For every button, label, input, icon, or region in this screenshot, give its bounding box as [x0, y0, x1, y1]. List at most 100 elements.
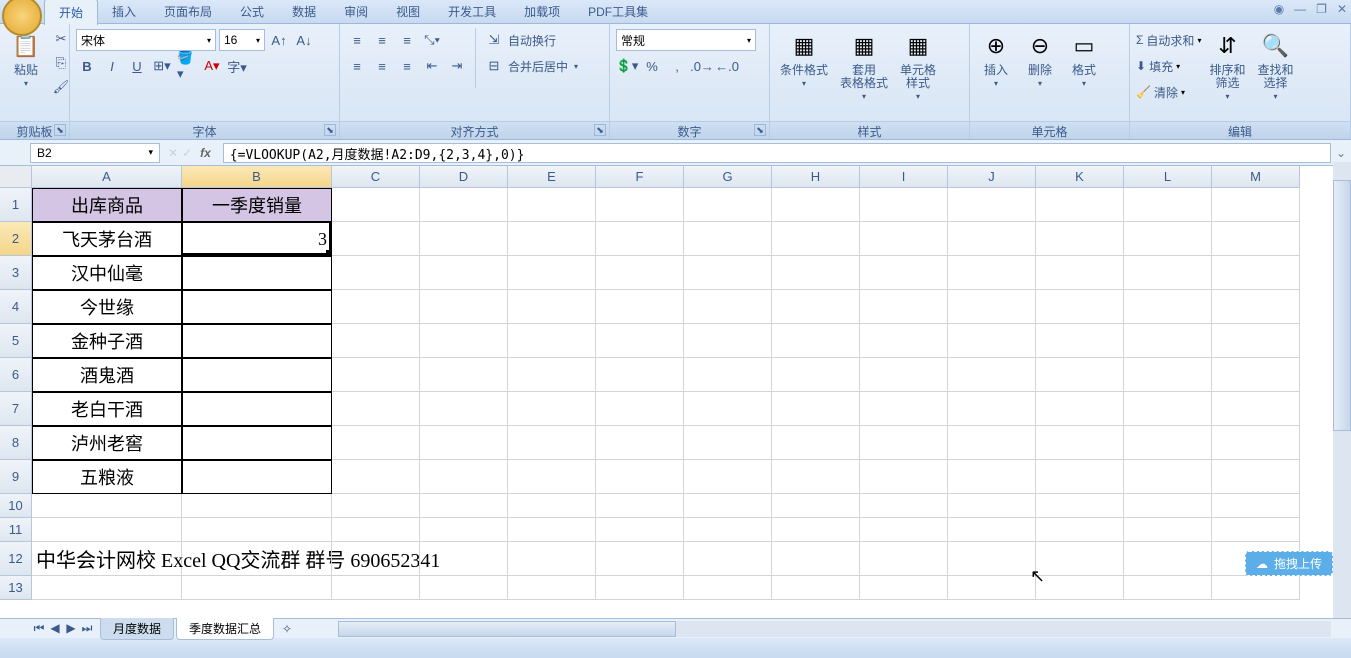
cell[interactable] [684, 290, 772, 324]
new-sheet-button[interactable]: ✧ [276, 622, 298, 636]
row-header[interactable]: 8 [0, 426, 32, 460]
cell[interactable]: 一季度销量 [182, 188, 332, 222]
cell[interactable] [508, 188, 596, 222]
align-middle-button[interactable]: ≡ [371, 29, 393, 51]
cell[interactable] [182, 494, 332, 518]
cell[interactable] [508, 256, 596, 290]
cell[interactable] [772, 518, 860, 542]
row-header[interactable]: 10 [0, 494, 32, 518]
cell[interactable] [772, 542, 860, 576]
row-header[interactable]: 3 [0, 256, 32, 290]
bold-button[interactable]: B [76, 55, 98, 77]
cell[interactable] [508, 392, 596, 426]
column-header[interactable]: I [860, 166, 948, 188]
expand-formula-bar[interactable]: ⌄ [1331, 146, 1351, 160]
cell[interactable] [332, 494, 420, 518]
merge-button[interactable]: ⊟ [483, 55, 505, 77]
row-header[interactable]: 2 [0, 222, 32, 256]
cell[interactable] [182, 392, 332, 426]
cell[interactable]: 泸州老窖 [32, 426, 182, 460]
cell[interactable] [508, 542, 596, 576]
cell[interactable] [596, 518, 684, 542]
cell[interactable] [684, 222, 772, 256]
cell[interactable] [182, 324, 332, 358]
cell[interactable] [596, 222, 684, 256]
cell[interactable] [508, 426, 596, 460]
cell[interactable] [1212, 324, 1300, 358]
cell[interactable] [332, 290, 420, 324]
restore-icon[interactable]: ❐ [1316, 2, 1327, 16]
indent-dec-button[interactable]: ⇤ [421, 55, 443, 77]
cell[interactable] [684, 256, 772, 290]
row-header[interactable]: 4 [0, 290, 32, 324]
column-header[interactable]: D [420, 166, 508, 188]
cell[interactable] [1036, 426, 1124, 460]
format-cells-button[interactable]: ▭格式▾ [1064, 28, 1104, 90]
cell[interactable] [332, 426, 420, 460]
cell[interactable] [1212, 460, 1300, 494]
cell[interactable]: 今世缘 [32, 290, 182, 324]
cell[interactable] [948, 188, 1036, 222]
cell[interactable] [420, 290, 508, 324]
cell[interactable] [1036, 576, 1124, 600]
cell[interactable] [182, 358, 332, 392]
cut-button[interactable]: ✂ [50, 28, 72, 50]
cell[interactable] [860, 518, 948, 542]
cell[interactable] [860, 256, 948, 290]
cell[interactable] [508, 494, 596, 518]
cell[interactable] [596, 358, 684, 392]
vertical-scrollbar[interactable] [1333, 162, 1351, 618]
cell[interactable] [860, 222, 948, 256]
alignment-launcher[interactable]: ⬊ [594, 124, 606, 136]
column-header[interactable]: H [772, 166, 860, 188]
enter-formula-icon[interactable]: ✓ [182, 146, 192, 160]
cell[interactable] [596, 324, 684, 358]
cell[interactable] [1212, 426, 1300, 460]
cell[interactable] [684, 494, 772, 518]
cell[interactable] [596, 460, 684, 494]
sheet-nav-buttons[interactable]: ⏮◀▶⏭ [26, 621, 100, 636]
ribbon-tab-9[interactable]: PDF工具集 [574, 0, 662, 25]
cell[interactable] [420, 494, 508, 518]
percent-button[interactable]: % [641, 55, 663, 77]
align-right-button[interactable]: ≡ [396, 55, 418, 77]
cell[interactable] [1036, 188, 1124, 222]
minimize-ribbon-icon[interactable]: — [1294, 2, 1306, 16]
cell[interactable] [1124, 358, 1212, 392]
cell[interactable] [508, 518, 596, 542]
cell[interactable] [1124, 324, 1212, 358]
row-header[interactable]: 12 [0, 542, 32, 576]
cell[interactable] [508, 324, 596, 358]
cell[interactable] [332, 324, 420, 358]
format-as-table-button[interactable]: ▦套用 表格格式▾ [836, 28, 892, 103]
font-size-combo[interactable]: 16▾ [219, 29, 265, 51]
cell[interactable] [332, 358, 420, 392]
cell[interactable] [420, 188, 508, 222]
sheet-tab[interactable]: 月度数据 [100, 618, 174, 640]
sheet-tab[interactable]: 季度数据汇总 [176, 618, 274, 640]
cell[interactable] [1212, 518, 1300, 542]
grow-font-button[interactable]: A↑ [268, 29, 290, 51]
cell[interactable] [1036, 392, 1124, 426]
cell[interactable] [772, 426, 860, 460]
cell[interactable] [1036, 222, 1124, 256]
cell[interactable] [596, 392, 684, 426]
cell[interactable] [948, 460, 1036, 494]
cell[interactable] [1036, 518, 1124, 542]
cell[interactable] [420, 324, 508, 358]
cell[interactable] [332, 460, 420, 494]
cell[interactable] [596, 188, 684, 222]
row-header[interactable]: 9 [0, 460, 32, 494]
cell[interactable] [1036, 290, 1124, 324]
number-launcher[interactable]: ⬊ [754, 124, 766, 136]
paste-button[interactable]: 📋 粘贴 ▾ [6, 28, 46, 90]
underline-button[interactable]: U [126, 55, 148, 77]
cell[interactable] [1124, 222, 1212, 256]
ribbon-tab-8[interactable]: 加载项 [510, 0, 574, 25]
clipboard-launcher[interactable]: ⬊ [54, 124, 66, 136]
cell[interactable] [1124, 392, 1212, 426]
cell[interactable] [508, 290, 596, 324]
cell[interactable] [1124, 426, 1212, 460]
cell[interactable] [948, 324, 1036, 358]
align-bottom-button[interactable]: ≡ [396, 29, 418, 51]
